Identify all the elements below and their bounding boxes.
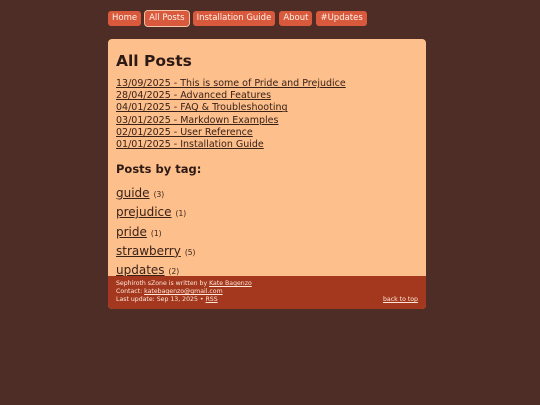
list-item: 28/04/2025 - Advanced Features — [116, 90, 418, 102]
main-card: All Posts 13/09/2025 - This is some of P… — [108, 39, 426, 309]
tag-link[interactable]: strawberry — [116, 244, 181, 258]
tag-item: strawberry (5) — [116, 242, 418, 261]
nav-installation-guide[interactable]: Installation Guide — [192, 11, 276, 26]
footer-author-line: Sephiroth sZone is written by Kate Bagen… — [116, 280, 418, 288]
footer-update-line: Last update: Sep 13, 2025 • RSS — [116, 296, 418, 304]
tag-count: (5) — [184, 247, 196, 257]
tag-list: guide (3) prejudice (1) pride (1) strawberr… — [116, 184, 418, 280]
tag-link[interactable]: prejudice — [116, 205, 172, 219]
footer-written-by: Sephiroth sZone is written by — [116, 280, 208, 287]
rss-link[interactable]: RSS — [205, 296, 217, 303]
footer-contact-label: Contact: — [116, 288, 143, 295]
tag-count: (2) — [168, 267, 180, 277]
tag-item: pride (1) — [116, 223, 418, 242]
content: All Posts 13/09/2025 - This is some of P… — [108, 39, 426, 280]
nav-updates[interactable]: #Updates — [316, 11, 367, 26]
list-item: 13/09/2025 - This is some of Pride and P… — [116, 78, 418, 90]
nav-all-posts[interactable]: All Posts — [144, 10, 190, 27]
post-link[interactable]: 28/04/2025 - Advanced Features — [116, 90, 271, 101]
last-update-text: Last update: Sep 13, 2025 • — [116, 296, 204, 303]
list-item: 04/01/2025 - FAQ & Troubleshooting — [116, 102, 418, 114]
nav-about[interactable]: About — [279, 11, 313, 26]
site-footer: Sephiroth sZone is written by Kate Bagen… — [108, 276, 426, 309]
top-nav: Home All Posts Installation Guide About … — [108, 10, 428, 27]
post-link[interactable]: 02/01/2025 - User Reference — [116, 127, 253, 138]
back-to-top-link[interactable]: back to top — [383, 296, 418, 304]
page-title: All Posts — [116, 52, 192, 70]
post-link[interactable]: 13/09/2025 - This is some of Pride and P… — [116, 78, 346, 89]
author-link[interactable]: Kate Bagenzo — [209, 280, 252, 287]
tag-link[interactable]: guide — [116, 186, 150, 200]
post-list: 13/09/2025 - This is some of Pride and P… — [116, 78, 418, 151]
tag-count: (1) — [175, 209, 187, 219]
email-link[interactable]: katebagenzo@gmail.com — [144, 288, 222, 295]
tag-link[interactable]: updates — [116, 263, 165, 277]
post-link[interactable]: 03/01/2025 - Markdown Examples — [116, 115, 278, 126]
post-link[interactable]: 04/01/2025 - FAQ & Troubleshooting — [116, 102, 288, 113]
list-item: 01/01/2025 - Installation Guide — [116, 139, 418, 151]
tag-item: guide (3) — [116, 184, 418, 203]
nav-home[interactable]: Home — [108, 11, 142, 26]
list-item: 03/01/2025 - Markdown Examples — [116, 115, 418, 127]
tags-heading: Posts by tag: — [116, 162, 202, 177]
post-link[interactable]: 01/01/2025 - Installation Guide — [116, 139, 264, 150]
tag-item: prejudice (1) — [116, 203, 418, 222]
list-item: 02/01/2025 - User Reference — [116, 127, 418, 139]
tag-count: (1) — [150, 228, 162, 238]
tag-count: (3) — [153, 190, 165, 200]
footer-contact-line: Contact: katebagenzo@gmail.com — [116, 288, 418, 296]
tag-link[interactable]: pride — [116, 225, 147, 239]
